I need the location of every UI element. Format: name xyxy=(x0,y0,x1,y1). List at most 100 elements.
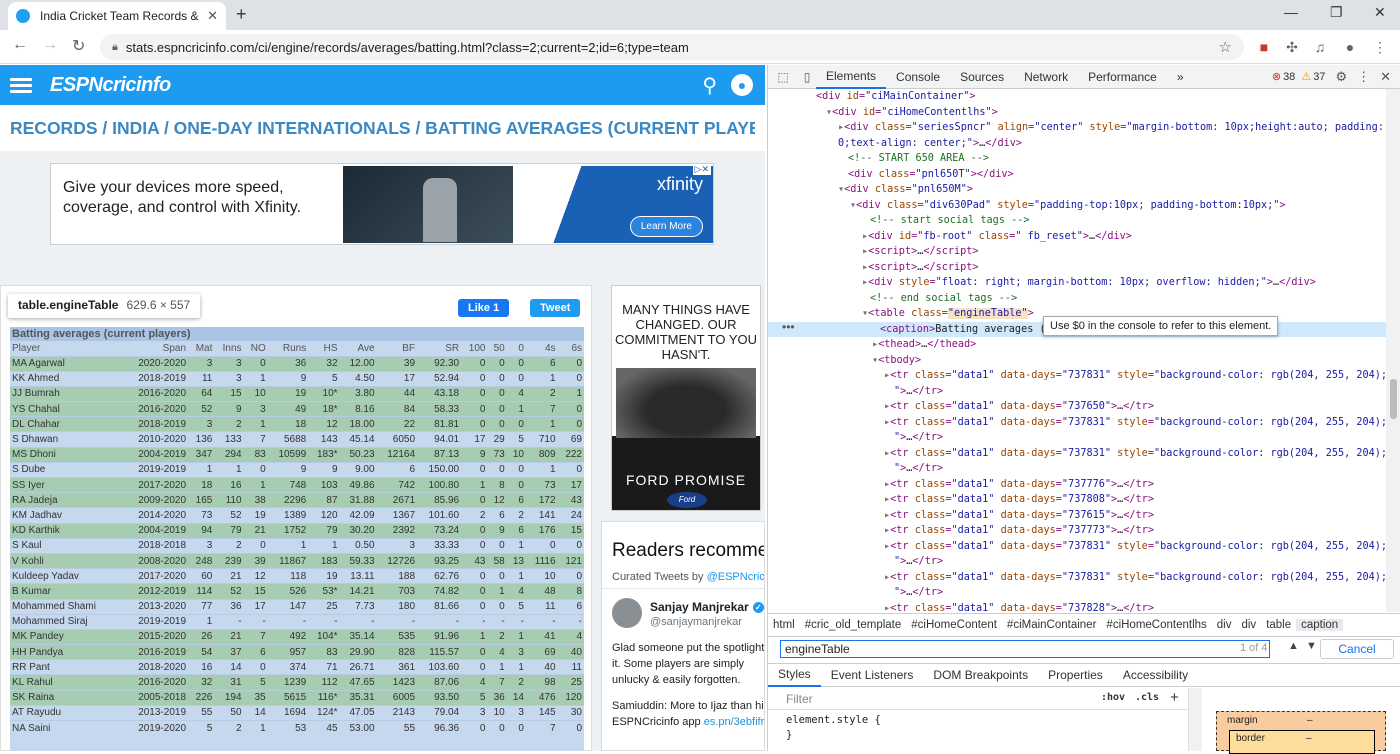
close-window-icon[interactable]: ✕ xyxy=(1374,4,1386,21)
issue-counters[interactable]: ⊗ 38 ⚠ 37 xyxy=(1272,70,1326,84)
address-bar[interactable]: 🔒︎ stats.espncricinfo.com/ci/engine/reco… xyxy=(100,34,1244,60)
tweet-button[interactable]: Tweet xyxy=(530,299,581,317)
close-tab-icon[interactable]: ✕ xyxy=(207,8,218,24)
tab-network[interactable]: Network xyxy=(1014,65,1078,89)
column-header[interactable]: SR xyxy=(417,341,461,356)
find-next-icon[interactable]: ▼ xyxy=(1306,640,1317,652)
column-header[interactable]: 4s xyxy=(526,341,558,356)
settings-gear-icon[interactable]: ⚙ xyxy=(1335,69,1347,85)
player-name-cell[interactable]: HH Pandya xyxy=(10,644,122,660)
hover-state-toggle[interactable]: :hov xyxy=(1101,692,1125,703)
ford-ad[interactable]: MANY THINGS HAVE CHANGED. OUR COMMITMENT… xyxy=(611,285,761,511)
column-header[interactable]: Runs xyxy=(268,341,309,356)
player-name-cell[interactable]: KD Karthik xyxy=(10,522,122,539)
tab-properties[interactable]: Properties xyxy=(1038,664,1113,686)
cancel-button[interactable]: Cancel xyxy=(1320,639,1394,659)
tweet-handle[interactable]: @sanjaymanjrekar xyxy=(650,616,742,628)
player-name-cell[interactable]: MA Agarwal xyxy=(10,355,122,372)
column-header[interactable]: 0 xyxy=(507,341,526,356)
device-toggle-icon[interactable]: ▯ xyxy=(798,70,816,84)
column-header[interactable]: Player xyxy=(10,341,122,356)
player-name-cell[interactable]: Kuldeep Yadav xyxy=(10,568,122,584)
find-prev-icon[interactable]: ▲ xyxy=(1288,640,1299,652)
breadcrumb-item[interactable]: caption xyxy=(1296,618,1344,631)
tab-styles[interactable]: Styles xyxy=(768,663,821,687)
player-name-cell[interactable]: SS Iyer xyxy=(10,476,122,493)
player-name-cell[interactable]: MS Dhoni xyxy=(10,446,122,463)
profile-icon[interactable]: ● xyxy=(1342,39,1358,55)
breadcrumb-item[interactable]: table xyxy=(1261,619,1296,631)
player-name-cell[interactable]: S Dube xyxy=(10,461,122,478)
tab-console[interactable]: Console xyxy=(886,65,950,89)
more-options-icon[interactable]: ⋮ xyxy=(1357,69,1370,85)
styles-filter-input[interactable]: Filter xyxy=(786,692,813,706)
hamburger-menu-icon[interactable] xyxy=(10,75,32,96)
forward-icon[interactable]: → xyxy=(42,36,58,54)
search-icon[interactable]: ⚲ xyxy=(702,73,717,98)
player-name-cell[interactable]: S Kaul xyxy=(10,537,122,554)
tab-performance[interactable]: Performance xyxy=(1078,65,1167,89)
tab-sources[interactable]: Sources xyxy=(950,65,1014,89)
player-name-cell[interactable]: MK Pandey xyxy=(10,628,122,645)
tab-dom-breakpoints[interactable]: DOM Breakpoints xyxy=(923,664,1038,686)
player-name-cell[interactable]: KM Jadhav xyxy=(10,507,122,524)
inspect-element-icon[interactable]: ⬚ xyxy=(774,70,792,84)
player-name-cell[interactable]: AT Rayudu xyxy=(10,704,122,721)
box-margin-value[interactable]: – xyxy=(1307,715,1313,726)
column-header[interactable]: Inns xyxy=(214,341,243,356)
close-devtools-icon[interactable]: ✕ xyxy=(1380,69,1391,85)
breadcrumb-item[interactable]: html xyxy=(768,619,800,631)
menu-icon[interactable]: ⋮ xyxy=(1372,39,1388,55)
player-name-cell[interactable]: Mohammed Shami xyxy=(10,598,122,615)
breadcrumb-item[interactable]: #cric_old_template xyxy=(800,619,907,631)
learn-more-button[interactable]: Learn More xyxy=(629,216,703,237)
curated-handle-link[interactable]: @ESPNcricinfo xyxy=(707,571,764,583)
user-account-icon[interactable]: ● xyxy=(731,74,753,96)
player-name-cell[interactable]: RA Jadeja xyxy=(10,492,122,508)
column-header[interactable]: 6s xyxy=(558,341,584,356)
breadcrumb-item[interactable]: #ciHomeContentlhs xyxy=(1101,619,1211,631)
column-header[interactable]: Ave xyxy=(340,341,377,356)
breadcrumb-item[interactable]: div xyxy=(1212,619,1237,631)
restore-icon[interactable]: ❐ xyxy=(1330,4,1343,21)
row-options-icon[interactable]: ••• xyxy=(782,320,795,334)
minimize-icon[interactable]: — xyxy=(1284,4,1298,20)
player-name-cell[interactable]: Mohammed Siraj xyxy=(10,613,122,630)
class-toggle[interactable]: .cls xyxy=(1135,692,1159,703)
player-name-cell[interactable]: KK Ahmed xyxy=(10,370,122,387)
dom-tree[interactable]: <div id="ciMainContainer"> ▾<div id="ciH… xyxy=(768,89,1386,612)
player-name-cell[interactable]: RR Pant xyxy=(10,659,122,675)
box-border-value[interactable]: – xyxy=(1306,733,1312,744)
xfinity-banner-ad[interactable]: Give your devices more speed, coverage, … xyxy=(50,163,714,245)
site-logo[interactable]: ESPNcricinfo xyxy=(50,74,171,97)
tab-elements[interactable]: Elements xyxy=(816,65,887,89)
find-input[interactable] xyxy=(780,640,1270,658)
pdf-extension-icon[interactable]: ■ xyxy=(1256,39,1272,55)
column-header[interactable]: NO xyxy=(244,341,268,356)
avatar[interactable] xyxy=(612,598,642,628)
tab-event-listeners[interactable]: Event Listeners xyxy=(821,664,924,686)
extensions-icon[interactable]: ✣ xyxy=(1284,39,1300,55)
tweet-author[interactable]: Sanjay Manjrekar ✓ xyxy=(650,600,764,614)
player-name-cell[interactable]: B Kumar xyxy=(10,583,122,599)
player-name-cell[interactable]: JJ Bumrah xyxy=(10,385,122,402)
player-name-cell[interactable]: SK Raina xyxy=(10,689,122,706)
player-name-cell[interactable]: KL Rahul xyxy=(10,674,122,691)
breadcrumb-item[interactable]: div xyxy=(1236,619,1261,631)
reload-icon[interactable]: ↻ xyxy=(72,36,85,56)
breadcrumb-item[interactable]: #ciMainContainer xyxy=(1002,619,1102,631)
column-header[interactable]: 100 xyxy=(461,341,487,356)
player-name-cell[interactable]: S Dhawan xyxy=(10,431,122,448)
player-name-cell[interactable]: YS Chahal xyxy=(10,401,122,417)
column-header[interactable]: Mat xyxy=(188,341,214,356)
tweet-link[interactable]: es.pn/3ebfifr xyxy=(704,716,764,728)
bookmark-star-icon[interactable]: ☆ xyxy=(1219,38,1232,56)
column-header[interactable]: Span xyxy=(122,341,188,356)
element-style-rule[interactable]: element.style { } xyxy=(786,713,881,743)
breadcrumb-item[interactable]: #ciHomeContent xyxy=(906,619,1002,631)
dom-scrollbar[interactable] xyxy=(1386,89,1400,612)
player-name-cell[interactable]: V Kohli xyxy=(10,552,122,569)
styles-scrollbar[interactable] xyxy=(1188,688,1202,751)
browser-tab[interactable]: India Cricket Team Records & Sta ✕ xyxy=(8,2,226,30)
lock-icon[interactable]: 🔒︎ xyxy=(112,41,118,54)
